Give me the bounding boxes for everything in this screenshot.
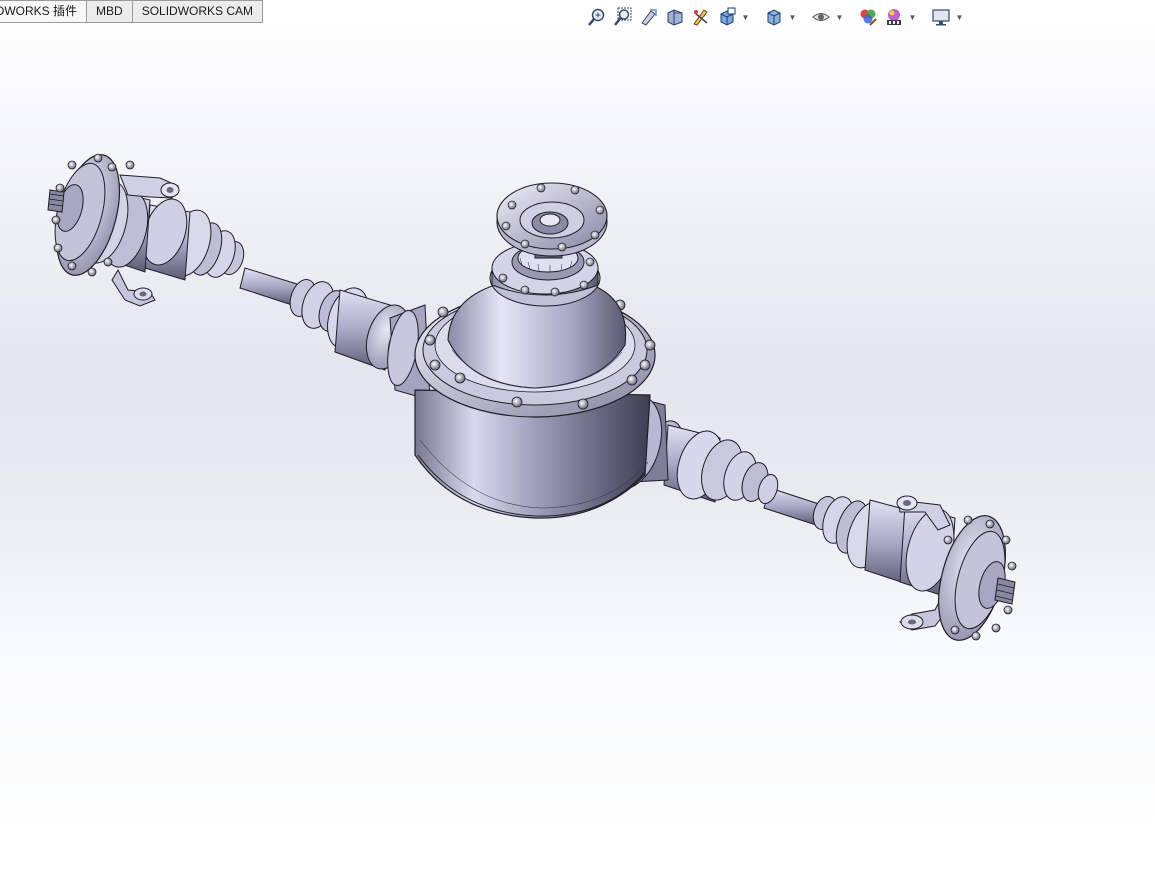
view-settings-icon[interactable] [929,6,953,28]
zoom-to-area-icon[interactable] [611,6,635,28]
display-style-dropdown-chevron-icon[interactable]: ▼ [788,6,797,28]
apply-scene-icon[interactable] [882,6,906,28]
edit-appearance-icon[interactable] [856,6,880,28]
view-orientation-dropdown-chevron-icon[interactable]: ▼ [741,6,750,28]
tab-solidworks-cam[interactable]: SOLIDWORKS CAM [132,0,264,23]
hide-show-dropdown-chevron-icon[interactable]: ▼ [835,6,844,28]
apply-scene-dropdown-chevron-icon[interactable]: ▼ [908,6,917,28]
view-settings-dropdown-chevron-icon[interactable]: ▼ [955,6,964,28]
heads-up-view-toolbar: ▼ ▼ ▼ ▼ ▼ [585,5,964,29]
display-style-icon[interactable] [762,6,786,28]
tab-solidworks-addins[interactable]: OWORKS 插件 [0,0,88,23]
right-halfshaft [646,420,1017,641]
view-orientation-icon[interactable] [715,6,739,28]
zoom-to-fit-icon[interactable] [585,6,609,28]
command-manager-tabs: OWORKS 插件 MBD SOLIDWORKS CAM [0,0,264,23]
differential-housing [387,182,669,519]
drive-axle-assembly-model[interactable] [0,0,1155,883]
dynamic-annotation-views-icon[interactable] [689,6,713,28]
hide-show-items-icon[interactable] [809,6,833,28]
left-halfshaft [47,153,413,371]
section-view-icon[interactable] [663,6,687,28]
tab-mbd[interactable]: MBD [87,0,133,23]
graphics-area[interactable]: OWORKS 插件 MBD SOLIDWORKS CAM ▼ ▼ ▼ ▼ ▼ [0,0,1155,883]
previous-view-icon[interactable] [637,6,661,28]
